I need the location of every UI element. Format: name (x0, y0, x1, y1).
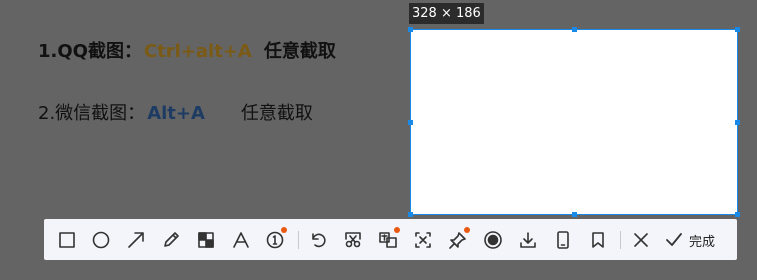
toolbar-divider (620, 231, 621, 249)
wechat-shortcut-hotkey: Alt+A (147, 103, 205, 124)
cancel-button[interactable] (629, 228, 653, 252)
resize-handle-top[interactable] (572, 27, 577, 32)
download-icon (520, 232, 536, 248)
mosaic-icon (198, 232, 214, 248)
resize-handle-top-right[interactable] (735, 27, 740, 32)
undo-button[interactable] (306, 228, 330, 252)
done-button[interactable]: 完成 (664, 228, 715, 252)
undo-icon (312, 233, 326, 248)
checkmark-icon (666, 233, 682, 246)
send-to-phone-button[interactable] (551, 228, 575, 252)
resize-handle-left[interactable] (408, 120, 413, 125)
resize-handle-bottom-right[interactable] (735, 212, 740, 217)
number-marker-icon (266, 231, 284, 249)
new-feature-badge (394, 227, 400, 233)
qq-shortcut-action: 任意截取 (263, 41, 336, 62)
rectangle-tool-button[interactable] (55, 228, 79, 252)
new-feature-badge (281, 227, 287, 233)
bookmark-icon (592, 232, 604, 248)
arrow-icon (128, 232, 144, 248)
capture-selection-area[interactable] (408, 27, 740, 217)
pen-icon (164, 232, 179, 247)
number-marker-tool-button[interactable] (263, 227, 287, 252)
ellipse-tool-button[interactable] (89, 228, 113, 252)
pin-tool-button[interactable] (446, 227, 470, 252)
cut-icon (345, 232, 361, 248)
resize-handle-top-left[interactable] (408, 27, 413, 32)
pin-icon (449, 232, 466, 249)
ocr-tool-button[interactable] (411, 228, 435, 252)
pen-tool-button[interactable] (159, 228, 183, 252)
record-button[interactable] (481, 228, 505, 252)
screenshot-toolbar: 完成 (44, 219, 737, 260)
toolbar-divider (298, 231, 299, 249)
ocr-icon (415, 232, 431, 248)
wechat-shortcut-line: 2.微信截图： Alt+A 任意截取 (38, 99, 313, 125)
arrow-tool-button[interactable] (124, 228, 148, 252)
text-icon (233, 232, 249, 248)
bookmark-button[interactable] (586, 228, 610, 252)
resize-handle-right[interactable] (735, 120, 740, 125)
selection-size-label: 328 × 186 (409, 3, 484, 24)
phone-icon (557, 231, 569, 249)
qq-shortcut-hotkey: Ctrl+alt+A (143, 41, 252, 62)
rectangle-icon (59, 232, 75, 248)
download-button[interactable] (516, 228, 540, 252)
new-feature-badge (464, 227, 470, 233)
resize-handle-bottom[interactable] (572, 212, 577, 217)
ellipse-icon (92, 231, 110, 249)
mosaic-tool-button[interactable] (194, 228, 218, 252)
record-icon (484, 231, 502, 249)
qq-shortcut-label: 1.QQ截图： (38, 41, 142, 62)
close-icon (634, 233, 648, 247)
done-label: 完成 (689, 234, 716, 250)
translate-icon (379, 232, 397, 248)
qq-shortcut-line: 1.QQ截图： Ctrl+alt+A 任意截取 (38, 37, 336, 63)
wechat-shortcut-label: 2.微信截图： (38, 103, 146, 124)
text-tool-button[interactable] (229, 228, 253, 252)
resize-handle-bottom-left[interactable] (408, 212, 413, 217)
translate-tool-button[interactable] (376, 227, 400, 252)
wechat-shortcut-action: 任意截取 (240, 103, 313, 124)
cut-tool-button[interactable] (341, 228, 365, 252)
